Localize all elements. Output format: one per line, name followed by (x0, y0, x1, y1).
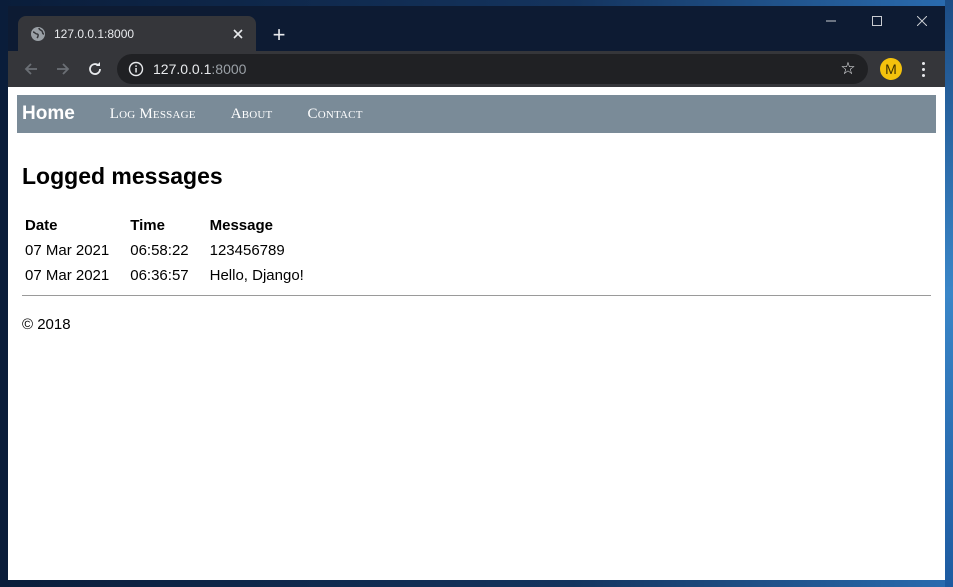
reload-icon[interactable] (81, 55, 109, 83)
close-tab-icon[interactable] (228, 24, 248, 44)
nav-log-message-link[interactable]: Log Message (110, 106, 196, 123)
tab-active[interactable]: 127.0.0.1:8000 (18, 16, 256, 51)
column-header-time: Time (130, 217, 165, 234)
url-host: 127.0.0.1 (153, 61, 212, 77)
avatar[interactable]: M (880, 58, 902, 80)
tab-strip: 127.0.0.1:8000 + (8, 6, 945, 51)
footer-divider (22, 295, 931, 296)
kebab-menu-icon[interactable] (912, 58, 934, 80)
cell-date: 07 Mar 2021 (25, 267, 110, 284)
page-viewport: Home Log Message About Contact Logged me… (8, 87, 945, 580)
nav-about-link[interactable]: About (231, 106, 273, 123)
footer-copyright: © 2018 (22, 316, 71, 333)
column-header-date: Date (25, 217, 58, 234)
star-icon[interactable]: ☆ (836, 57, 860, 81)
nav-home-link[interactable]: Home (22, 103, 75, 125)
desktop-edge (945, 0, 953, 587)
globe-icon (30, 26, 46, 42)
close-window-button[interactable] (899, 6, 945, 36)
new-tab-button[interactable]: + (266, 22, 292, 48)
info-icon[interactable] (127, 60, 145, 78)
cell-date: 07 Mar 2021 (25, 242, 110, 259)
browser-window: 127.0.0.1:8000 + 127.0.0.1:8000 ☆ M Home… (8, 6, 945, 580)
url-port: :8000 (211, 61, 247, 77)
minimize-button[interactable] (808, 6, 854, 36)
tab-title: 127.0.0.1:8000 (54, 26, 135, 41)
cell-time: 06:58:22 (130, 242, 189, 259)
cell-message: 123456789 (209, 242, 285, 259)
table-header-row: Date Time Message (22, 213, 322, 238)
back-arrow-icon[interactable] (17, 55, 45, 83)
browser-toolbar: 127.0.0.1:8000 ☆ M (8, 51, 945, 87)
page-title: Logged messages (22, 163, 223, 189)
forward-arrow-icon[interactable] (49, 55, 77, 83)
table-row: 07 Mar 2021 06:58:22 123456789 (22, 238, 322, 263)
table-row: 07 Mar 2021 06:36:57 Hello, Django! (22, 263, 322, 288)
site-navbar: Home Log Message About Contact (17, 95, 936, 133)
nav-contact-link[interactable]: Contact (307, 106, 362, 123)
cell-time: 06:36:57 (130, 267, 189, 284)
maximize-button[interactable] (854, 6, 900, 36)
column-header-message: Message (209, 217, 273, 234)
cell-message: Hello, Django! (209, 267, 304, 284)
messages-table: Date Time Message 07 Mar 2021 06:58:22 1… (22, 213, 322, 288)
url-text: 127.0.0.1:8000 (153, 61, 836, 77)
address-bar[interactable]: 127.0.0.1:8000 ☆ (117, 54, 868, 84)
